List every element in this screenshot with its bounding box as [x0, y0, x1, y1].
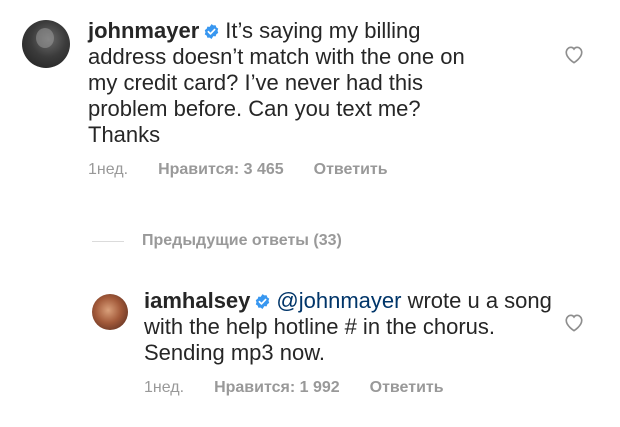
divider-line	[92, 240, 124, 242]
comment-likes-count[interactable]: Нравится: 3 465	[158, 161, 284, 179]
reply-button[interactable]: Ответить	[314, 161, 388, 179]
view-previous-replies-button[interactable]: Предыдущие ответы (33)	[92, 232, 342, 250]
heart-outline-icon[interactable]	[563, 312, 585, 332]
reply-likes-count[interactable]: Нравится: 1 992	[214, 379, 340, 397]
avatar-iamhalsey[interactable]	[92, 294, 128, 330]
username-johnmayer[interactable]: johnmayer	[88, 18, 199, 43]
verified-badge-icon	[205, 24, 219, 39]
avatar-johnmayer[interactable]	[22, 20, 70, 68]
comment-body: johnmayer It’s saying my billing address …	[88, 18, 600, 179]
comment-text-block: johnmayer It’s saying my billing address …	[88, 18, 488, 148]
mention-johnmayer[interactable]: @johnmayer	[276, 288, 401, 313]
reply-meta: 1нед. Нравится: 1 992 Ответить	[144, 379, 600, 397]
comment-meta: 1нед. Нравится: 3 465 Ответить	[88, 161, 600, 179]
verified-badge-icon	[256, 294, 270, 309]
reply-button[interactable]: Ответить	[370, 379, 444, 397]
heart-outline-icon[interactable]	[563, 44, 585, 64]
view-replies-label[interactable]: Предыдущие ответы (33)	[142, 232, 342, 250]
reply-body: iamhalsey @johnmayer wrote u a song with …	[144, 288, 600, 397]
comment-time[interactable]: 1нед.	[88, 161, 128, 179]
reply-time[interactable]: 1нед.	[144, 379, 184, 397]
comment-iamhalsey: iamhalsey @johnmayer wrote u a song with …	[92, 288, 600, 397]
reply-text-block: iamhalsey @johnmayer wrote u a song with …	[144, 288, 564, 366]
username-iamhalsey[interactable]: iamhalsey	[144, 288, 250, 313]
comment-johnmayer: johnmayer It’s saying my billing address …	[22, 18, 600, 179]
